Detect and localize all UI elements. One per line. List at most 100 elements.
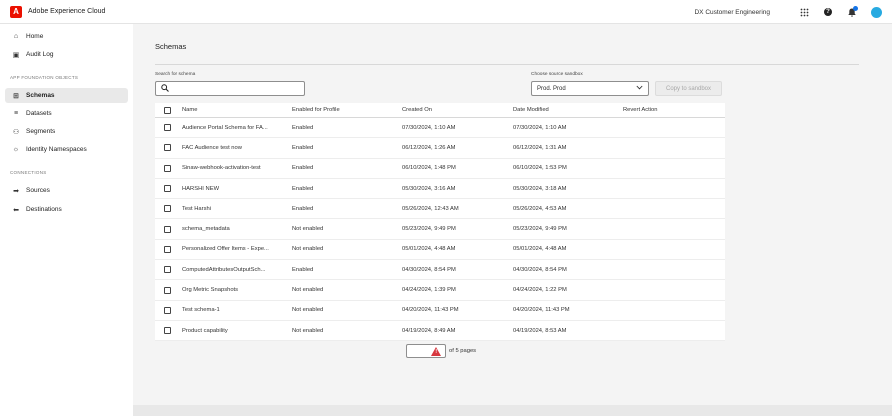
search-field[interactable] [155,81,305,96]
home-icon: ⌂ [13,33,19,40]
table-row[interactable]: Sinaw-webhook-activation-test Enabled 06/1… [155,159,725,179]
sidebar: ⌂ Home ▣ Audit Log APP FOUNDATION OBJECT… [0,24,133,416]
modified-date: 07/30/2024, 1:10 AM [513,124,567,131]
created-date: 04/20/2024, 11:43 PM [402,307,459,314]
schema-name[interactable]: Personalized Offer Items - Expe... [182,246,290,252]
copy-to-sandbox-button[interactable]: Copy to sandbox [655,81,722,96]
profile-button[interactable] [868,4,884,20]
created-date: 06/10/2024, 1:48 PM [402,165,456,172]
row-checkbox[interactable] [164,225,171,233]
enabled-status: Enabled [292,144,314,151]
sidebar-item-label: Datasets [26,110,52,117]
sidebar-item-audit-log[interactable]: ▣ Audit Log [5,47,128,62]
sidebar-item-segments[interactable]: ⚇ Segments [5,124,128,139]
sidebar-item-datasets[interactable]: ≡ Datasets [5,106,128,121]
top-bar: A Adobe Experience Cloud DX Customer Eng… [0,0,892,24]
table-row[interactable]: Org Metric Snapshots Not enabled 04/24/202… [155,280,725,301]
main-content: Schemas Search for schema Choose source … [133,24,892,416]
schema-name[interactable]: Product capability [182,328,290,334]
row-checkbox[interactable] [164,144,171,152]
schema-name[interactable]: Sinaw-webhook-activation-test [182,165,290,171]
row-checkbox[interactable] [164,245,171,253]
table-row[interactable]: Test Harshi Enabled 05/26/2024, 12:43 AM 05… [155,199,725,220]
row-checkbox[interactable] [164,164,171,172]
table-row[interactable]: ComputedAttributesOutputSch... Enabled 04/… [155,260,725,281]
sidebar-item-label: Identity Namespaces [26,146,87,153]
sandbox-dropdown[interactable]: Prod. Prod [531,81,649,96]
schemas-table: Name Enabled for Profile Created On Date… [155,103,725,342]
modified-date: 04/19/2024, 8:53 AM [513,327,567,334]
table-row[interactable]: FAC Audience test now Enabled 06/12/2024, … [155,138,725,159]
enabled-status: Enabled [292,205,314,212]
sidebar-item-schemas[interactable]: ⊞ Schemas [5,88,128,103]
column-header-name[interactable]: Name [182,107,290,113]
column-header-created[interactable]: Created On [402,107,507,113]
search-input[interactable] [173,85,293,92]
segments-icon: ⚇ [12,128,20,136]
table-row[interactable]: Personalized Offer Items - Expe... Not en… [155,240,725,261]
created-date: 05/26/2024, 12:43 AM [402,205,459,212]
row-checkbox[interactable] [164,306,171,314]
schema-name[interactable]: Org Metric Snapshots [182,287,290,293]
sidebar-item-identity-namespaces[interactable]: ☼ Identity Namespaces [5,142,128,157]
arrow-right-icon: ➡ [13,187,19,195]
column-header-modified[interactable]: Date Modified [513,107,618,113]
adobe-logo-icon[interactable]: A [10,5,22,18]
table-row[interactable]: Audience Portal Schema for FA... Enabled 0… [155,118,725,139]
row-checkbox[interactable] [164,205,171,213]
sidebar-item-home[interactable]: ⌂ Home [5,29,128,44]
search-icon [161,83,169,94]
search-label: Search for schema [155,72,196,77]
row-checkbox[interactable] [164,124,171,132]
alert-mark: ! [435,349,437,355]
pagination: ! of 5 pages [406,344,476,358]
created-date: 06/12/2024, 1:26 AM [402,144,456,151]
row-checkbox[interactable] [164,286,171,294]
schema-name[interactable]: HARSHI NEW [182,186,290,192]
app-grid-icon[interactable] [796,4,812,20]
notification-badge [853,6,858,11]
divider [155,64,859,65]
top-right-controls: DX Customer Engineering ? [694,0,884,24]
org-switcher[interactable]: DX Customer Engineering [694,9,770,16]
schema-name[interactable]: FAC Audience test now [182,145,290,151]
row-checkbox[interactable] [164,327,171,335]
page-count: of 5 pages [449,348,477,354]
sidebar-item-sources[interactable]: ➡ Sources [5,183,128,198]
enabled-status: Not enabled [292,307,324,314]
section-app-foundation: APP FOUNDATION OBJECTS [10,75,79,80]
schema-name[interactable]: Test schema-1 [182,307,290,313]
modified-date: 04/20/2024, 11:43 PM [513,307,570,314]
sidebar-item-destinations[interactable]: ⬅ Destinations [5,202,128,217]
app-title[interactable]: Adobe Experience Cloud [28,8,105,15]
table-row[interactable]: Product capability Not enabled 04/19/2024,… [155,321,725,342]
schema-name[interactable]: schema_metadata [182,226,290,232]
schema-name[interactable]: Test Harshi [182,206,290,212]
sidebar-item-label: Sources [26,187,50,194]
created-date: 04/30/2024, 8:54 PM [402,266,456,273]
created-date: 05/30/2024, 3:16 AM [402,185,456,192]
modified-date: 05/23/2024, 9:49 PM [513,226,567,233]
sandbox-label: Choose source sandbox [531,72,583,77]
row-checkbox[interactable] [164,185,171,193]
help-button[interactable]: ? [820,4,836,20]
schema-name[interactable]: ComputedAttributesOutputSch... [182,267,290,273]
row-checkbox[interactable] [164,266,171,274]
page-input[interactable]: ! [406,344,446,358]
sidebar-item-label: Destinations [26,206,62,213]
audit-log-icon: ▣ [12,51,20,59]
table-row[interactable]: HARSHI NEW Enabled 05/30/2024, 3:16 AM 05/3… [155,179,725,200]
section-connections: CONNECTIONS [10,170,47,175]
enabled-status: Enabled [292,165,314,172]
table-row[interactable]: schema_metadata Not enabled 05/23/2024, 9:… [155,219,725,240]
notifications-button[interactable] [844,4,860,20]
column-header-enabled[interactable]: Enabled for Profile [292,107,397,113]
modified-date: 04/30/2024, 8:54 PM [513,266,567,273]
schema-name[interactable]: Audience Portal Schema for FA... [182,125,290,131]
modified-date: 04/24/2024, 1:22 PM [513,287,567,294]
modified-date: 05/01/2024, 4:48 AM [513,246,567,253]
select-all-checkbox[interactable] [164,106,171,114]
table-row[interactable]: Test schema-1 Not enabled 04/20/2024, 11:4… [155,301,725,321]
created-date: 04/19/2024, 8:49 AM [402,327,456,334]
created-date: 07/30/2024, 1:10 AM [402,124,456,131]
